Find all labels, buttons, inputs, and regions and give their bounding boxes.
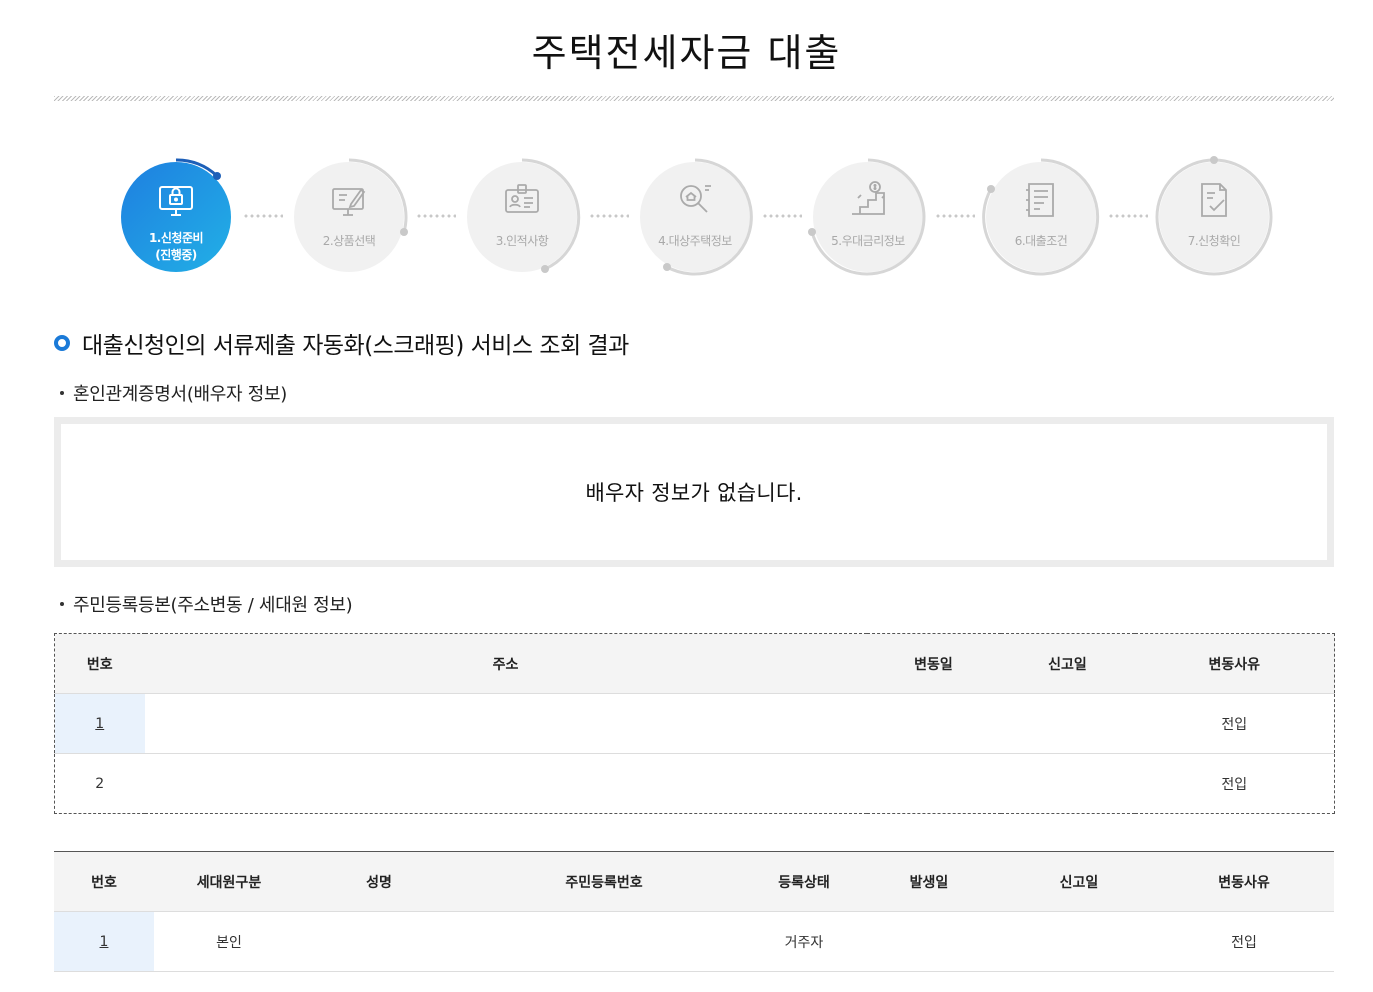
computer-lock-icon <box>159 186 193 216</box>
page-title: 주택전세자금 대출 <box>531 31 842 75</box>
col-header-name: 성명 <box>304 851 454 912</box>
change-date-cell <box>866 693 1001 754</box>
marriage-heading-text: 혼인관계증명서(배우자 정보) <box>73 384 287 405</box>
step-label: 6.대출조건 <box>1014 234 1068 248</box>
step-6-loan-terms: 6.대출조건 <box>982 158 1100 276</box>
table-row: 2 전입 <box>54 753 1335 814</box>
step-3-personal-info: 3.인적사항 <box>463 158 581 276</box>
col-header-reason: 변동사유 <box>1134 633 1335 694</box>
rate-stairs-icon <box>852 181 885 215</box>
status-cell: 거주자 <box>754 911 854 972</box>
step-connector <box>935 214 975 218</box>
table-header-row: 번호 주소 변동일 신고일 변동사유 <box>54 633 1335 694</box>
residence-heading-text: 주민등록등본(주소변동 / 세대원 정보) <box>73 595 353 616</box>
col-header-reason: 변동사유 <box>1154 851 1334 912</box>
step-label: 7.신청확인 <box>1187 234 1241 248</box>
residence-heading: 주민등록등본(주소변동 / 세대원 정보) <box>60 591 353 617</box>
col-header-report-date: 신고일 <box>1004 851 1154 912</box>
row-number-cell: 2 <box>54 753 145 814</box>
member-type-cell: 본인 <box>154 911 304 972</box>
address-cell <box>144 693 867 754</box>
table-header-row: 번호 세대원구분 성명 주민등록번호 등록상태 발생일 신고일 변동사유 <box>54 851 1334 912</box>
report-date-cell <box>1000 693 1135 754</box>
row-number-link[interactable]: 1 <box>100 934 109 950</box>
col-header-no: 번호 <box>54 633 145 694</box>
title-divider <box>54 96 1334 101</box>
table-row: 1 전입 <box>54 693 1335 754</box>
col-header-report-date: 신고일 <box>1000 633 1135 694</box>
id-card-icon <box>505 184 539 213</box>
household-member-table: 번호 세대원구분 성명 주민등록번호 등록상태 발생일 신고일 변동사유 1 본… <box>54 851 1334 972</box>
step-4-target-house: 4.대상주택정보 <box>636 158 754 276</box>
rrn-cell <box>454 911 754 972</box>
reason-cell: 전입 <box>1134 753 1335 814</box>
step-label: 2.상품선택 <box>322 234 376 248</box>
occur-date-cell <box>854 911 1004 972</box>
step-connector <box>589 214 629 218</box>
change-date-cell <box>866 753 1001 814</box>
ring-bullet-icon <box>54 335 70 351</box>
col-header-change-date: 변동일 <box>866 633 1001 694</box>
address-cell <box>144 753 867 814</box>
bullet-icon <box>60 391 64 395</box>
step-connector <box>762 214 802 218</box>
step-label: 1.신청준비 (진행중) <box>117 230 235 264</box>
name-cell <box>304 911 454 972</box>
address-change-table: 번호 주소 변동일 신고일 변동사유 1 전입 2 전입 <box>54 633 1335 814</box>
step-2-product-select: 2.상품선택 <box>290 158 408 276</box>
section-heading: 대출신청인의 서류제출 자동화(스크래핑) 서비스 조회 결과 <box>54 326 629 360</box>
col-header-occur-date: 발생일 <box>854 851 1004 912</box>
step-label: 4.대상주택정보 <box>658 234 732 248</box>
section-title: 대출신청인의 서류제출 자동화(스크래핑) 서비스 조회 결과 <box>82 333 629 359</box>
document-check-icon <box>1201 183 1227 217</box>
row-number-cell: 1 <box>54 911 154 972</box>
col-header-status: 등록상태 <box>754 851 854 912</box>
step-7-confirm: 7.신청확인 <box>1155 156 1273 276</box>
col-header-address: 주소 <box>144 633 867 694</box>
table-row: 1 본인 거주자 전입 <box>54 911 1334 972</box>
reason-cell: 전입 <box>1154 911 1334 972</box>
empty-message: 배우자 정보가 없습니다. <box>585 481 803 505</box>
report-date-cell <box>1000 753 1135 814</box>
step-5-preferential-rate: 5.우대금리정보 <box>808 158 927 276</box>
col-header-member-type: 세대원구분 <box>154 851 304 912</box>
document-list-icon <box>1026 183 1054 217</box>
step-label: 3.인적사항 <box>495 234 549 248</box>
marriage-heading: 혼인관계증명서(배우자 정보) <box>60 380 287 406</box>
step-connector <box>416 214 456 218</box>
product-select-icon <box>332 188 366 216</box>
step-status-text: (진행중) <box>155 248 197 262</box>
reason-cell: 전입 <box>1134 693 1335 754</box>
step-connector <box>243 214 283 218</box>
bullet-icon <box>60 602 64 606</box>
row-number-cell: 1 <box>54 693 145 754</box>
step-1-apply-prep: 1.신청준비 (진행중) <box>117 158 235 276</box>
progress-steps: 1.신청준비 (진행중) 2.상품선택 3.인적사항 4.대상주택정보 5.우대… <box>0 152 1373 292</box>
step-connector <box>1108 214 1148 218</box>
row-number-link[interactable]: 1 <box>95 716 104 732</box>
spouse-info-empty-box: 배우자 정보가 없습니다. <box>54 417 1334 567</box>
report-date-cell <box>1004 911 1154 972</box>
col-header-no: 번호 <box>54 851 154 912</box>
house-search-icon <box>680 185 711 213</box>
step-label-text: 1.신청준비 <box>148 231 204 245</box>
col-header-rrn: 주민등록번호 <box>454 851 754 912</box>
step-label: 5.우대금리정보 <box>831 234 905 248</box>
